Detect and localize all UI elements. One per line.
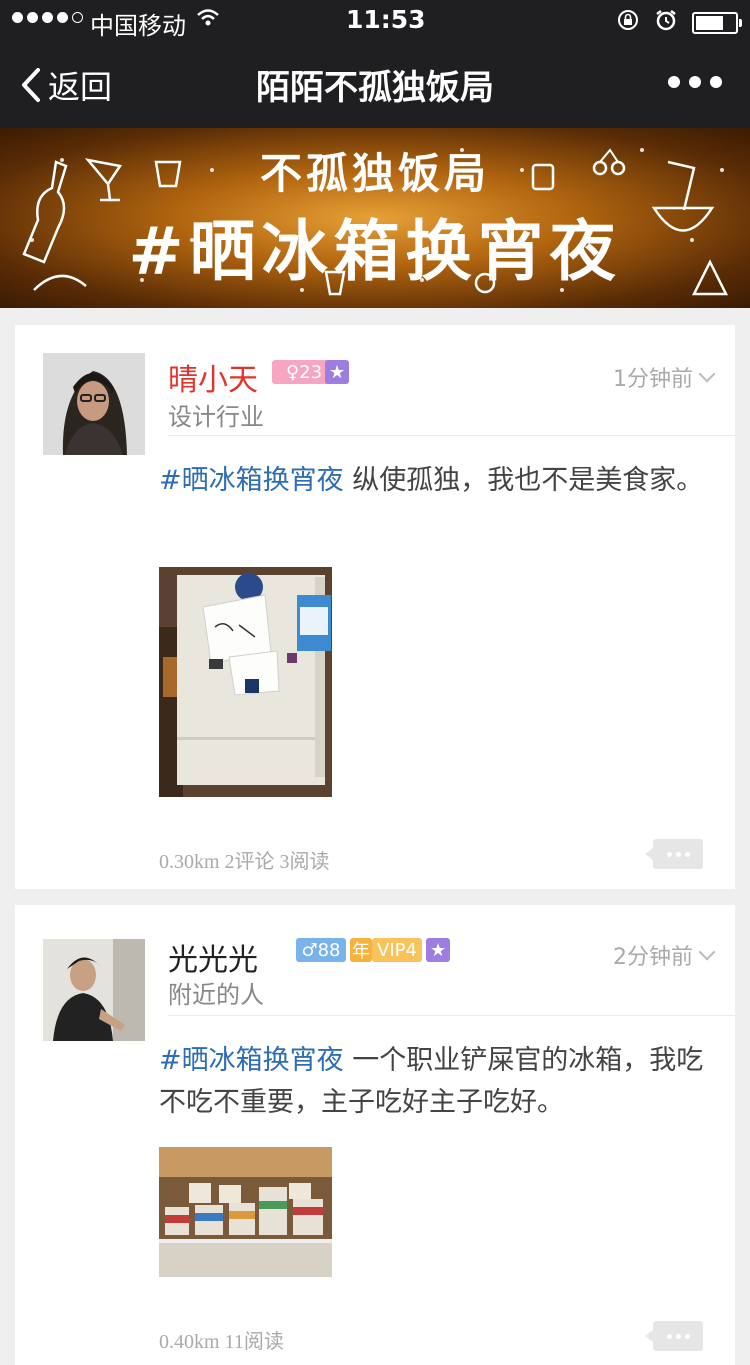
author-name[interactable]: 晴小天: [168, 355, 258, 399]
star-badge-icon: ★: [426, 938, 450, 962]
vip-badge: VIP4: [372, 938, 422, 962]
post-card[interactable]: 晴小天 ♀ 23 ★ 设计行业 1分钟前 #晒冰箱换宵夜 纵使孤独，我也不是美食家…: [15, 325, 735, 889]
alarm-icon: [654, 8, 678, 38]
chevron-down-icon: [698, 365, 716, 383]
post-time[interactable]: 2分钟前: [613, 939, 716, 971]
rotation-lock-icon: [616, 8, 640, 38]
avatar[interactable]: [43, 353, 145, 455]
author-subtitle: 附近的人: [168, 981, 264, 1009]
more-options-button[interactable]: [668, 76, 722, 88]
avatar[interactable]: [43, 939, 145, 1041]
top-bar: 中国移动 11:53 返回 陌陌不孤独饭局: [0, 0, 750, 128]
post-text: #晒冰箱换宵夜 纵使孤独，我也不是美食家。: [159, 465, 704, 496]
post-card[interactable]: 光光光 ♂ 88 年 VIP4 ★ 附近的人 2分钟前 #晒冰箱换宵夜 一个职业铲…: [15, 905, 735, 1365]
post-stats: 0.30km 2评论 3阅读: [159, 851, 330, 873]
status-time: 11:53: [346, 5, 426, 34]
post-text: #晒冰箱换宵夜 一个职业铲屎官的冰箱，我吃不吃不重要，主子吃好主子吃好。: [159, 1045, 704, 1118]
divider: [168, 435, 735, 436]
post-time[interactable]: 1分钟前: [613, 361, 716, 393]
chevron-down-icon: [698, 943, 716, 961]
gender-age-badge: ♂ 88: [296, 938, 346, 962]
post-photo[interactable]: [159, 1147, 332, 1277]
star-badge-icon: ★: [325, 360, 349, 384]
battery-icon: [692, 12, 742, 34]
hashtag-link[interactable]: #晒冰箱换宵夜: [159, 465, 344, 496]
year-badge: 年: [350, 938, 372, 962]
post-photo[interactable]: [159, 567, 332, 797]
page-title: 陌陌不孤独饭局: [256, 68, 494, 108]
comment-button[interactable]: [645, 1321, 703, 1351]
navigation-bar: 返回 陌陌不孤独饭局: [0, 40, 750, 128]
status-bar: 中国移动 11:53: [0, 0, 750, 40]
wifi-icon: [196, 8, 220, 34]
signal-strength-icon: [12, 12, 83, 23]
event-banner[interactable]: 不孤独饭局 #晒冰箱换宵夜: [0, 128, 750, 308]
carrier-label: 中国移动: [90, 12, 186, 40]
author-subtitle: 设计行业: [168, 403, 264, 431]
divider: [168, 1015, 735, 1016]
comment-button[interactable]: [645, 839, 703, 869]
post-stats: 0.40km 11阅读: [159, 1331, 284, 1353]
hashtag-link[interactable]: #晒冰箱换宵夜: [159, 1045, 344, 1076]
banner-title: #晒冰箱换宵夜: [128, 213, 622, 290]
author-name[interactable]: 光光光: [168, 935, 258, 979]
banner-subtitle: 不孤独饭局: [259, 149, 490, 198]
